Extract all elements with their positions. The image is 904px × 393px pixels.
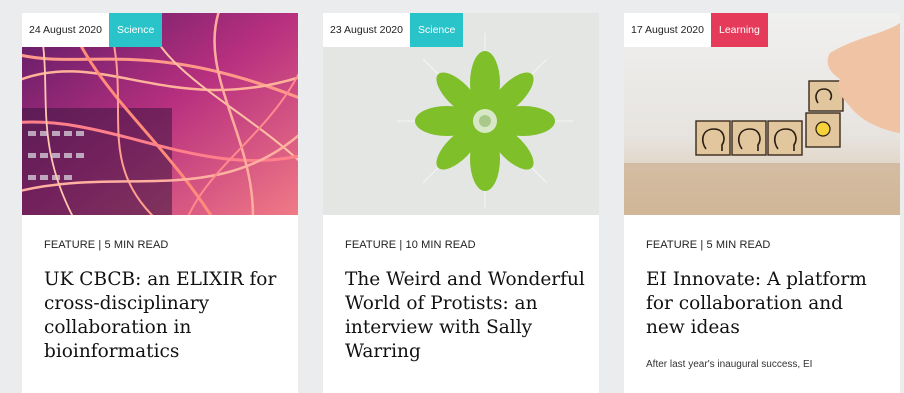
card-meta: 24 August 2020 Science [22,13,163,47]
card-meta: 23 August 2020 Science [323,13,464,47]
card-excerpt: After last year's inaugural success, EI [646,359,813,370]
card-body: FEATURE | 5 MIN READ EI Innovate: A plat… [646,239,886,372]
card-body: FEATURE | 10 MIN READ The Weird and Wond… [345,239,585,364]
card-date: 24 August 2020 [22,13,109,47]
card-title[interactable]: EI Innovate: A platform for collaboratio… [646,268,886,340]
card-kicker: FEATURE | 5 MIN READ [646,239,771,251]
article-card-uk-cbcb[interactable]: 24 August 2020 Science FEATURE | 5 MIN R… [22,13,298,393]
card-date: 17 August 2020 [624,13,711,47]
card-body: FEATURE | 5 MIN READ UK CBCB: an ELIXIR … [44,239,284,364]
article-card-protists[interactable]: 23 August 2020 Science FEATURE | 10 MIN … [323,13,599,393]
card-kicker: FEATURE | 10 MIN READ [345,239,476,251]
card-kicker: FEATURE | 5 MIN READ [44,239,169,251]
card-meta: 17 August 2020 Learning [624,13,768,47]
category-tag[interactable]: Science [409,13,464,47]
card-title[interactable]: The Weird and Wonderful World of Protist… [345,268,585,364]
category-tag[interactable]: Science [108,13,163,47]
article-card-ei-innovate[interactable]: 17 August 2020 Learning FEATURE | 5 MIN … [624,13,900,393]
card-title[interactable]: UK CBCB: an ELIXIR for cross-disciplinar… [44,268,284,364]
card-date: 23 August 2020 [323,13,410,47]
category-tag[interactable]: Learning [710,13,768,47]
